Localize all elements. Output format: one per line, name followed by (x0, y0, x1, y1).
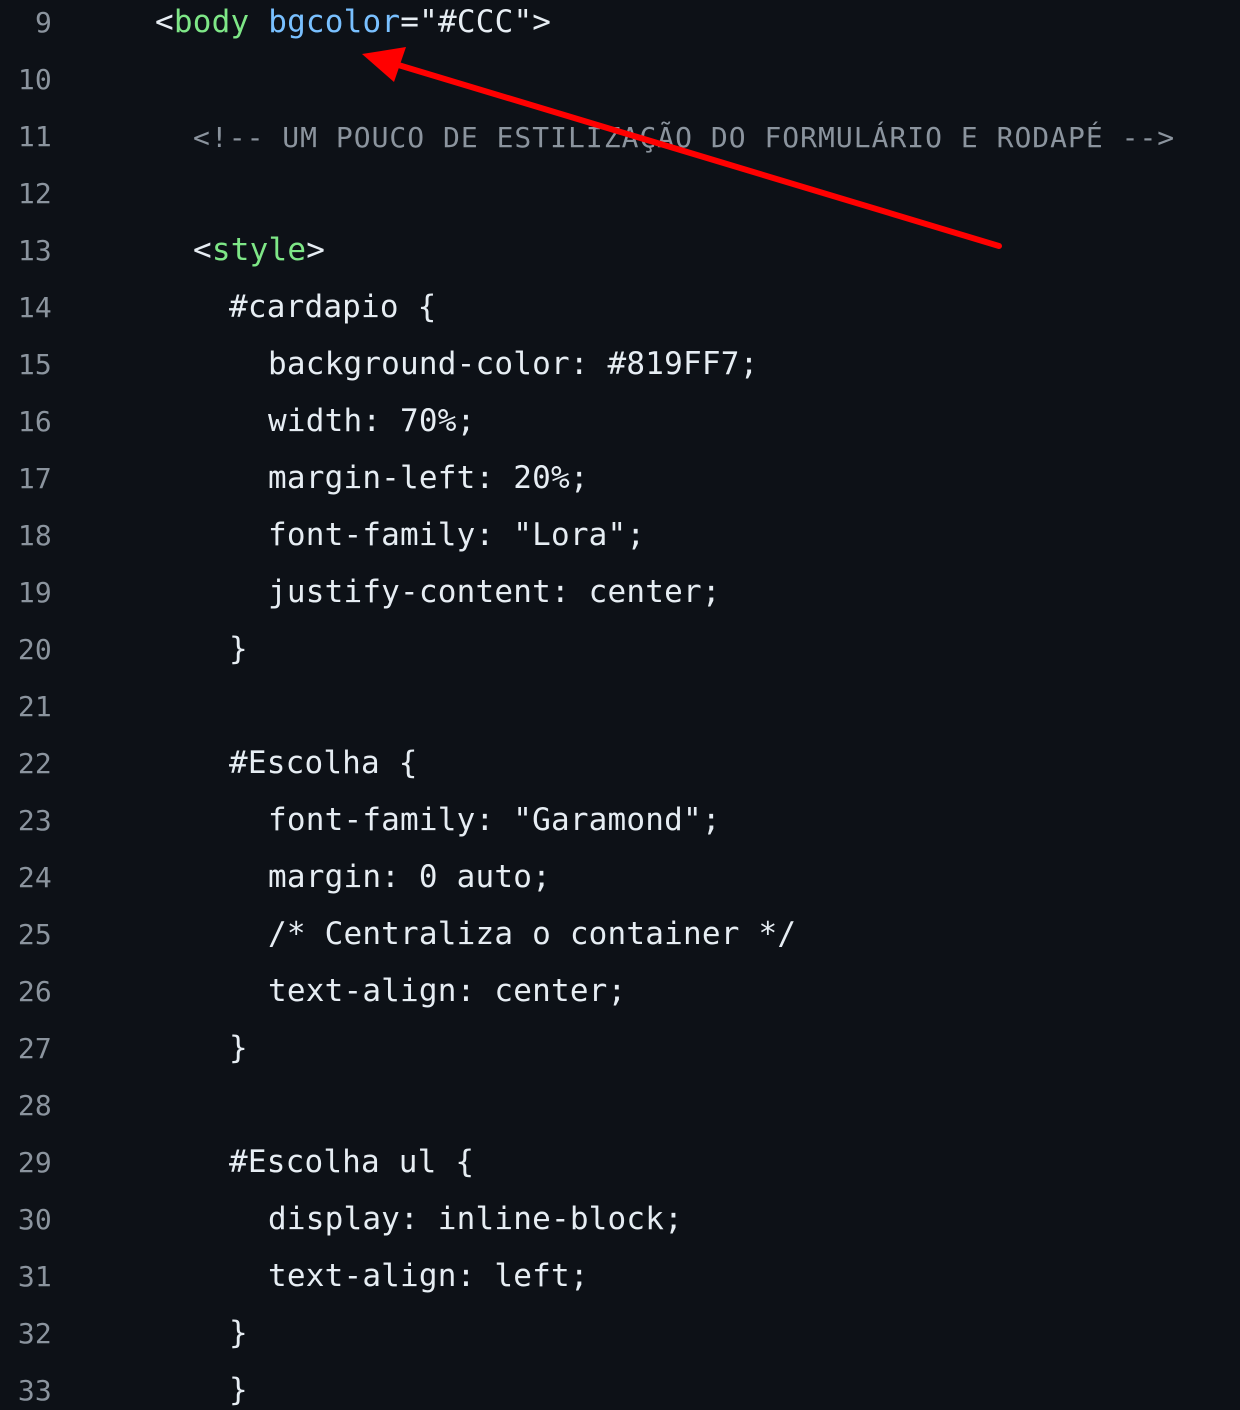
html-tag-style: style (211, 232, 307, 268)
line-number: 16 (17, 405, 52, 438)
line-number: 27 (17, 1032, 52, 1065)
code-line: 19 justify-content: center; (0, 570, 1240, 627)
css-declaration: margin: 0 auto; (268, 859, 551, 895)
line-number: 25 (17, 918, 52, 951)
line-number: 32 (17, 1317, 52, 1350)
code-line: 11 <!-- UM POUCO DE ESTILIZAÇÃO DO FORMU… (0, 114, 1240, 171)
css-selector: #Escolha ul { (229, 1144, 475, 1180)
code-line: 30 display: inline-block; (0, 1197, 1240, 1254)
css-comment: /* Centraliza o container */ (268, 916, 797, 952)
css-selector: #Escolha { (229, 745, 418, 781)
line-number: 18 (17, 519, 52, 552)
line-number: 13 (17, 234, 52, 267)
code-text: <body bgcolor="#CCC"> (155, 4, 551, 40)
code-line: 16 width: 70%; (0, 399, 1240, 456)
code-line: 17 margin-left: 20%; (0, 456, 1240, 513)
tag-bracket: < (193, 232, 212, 268)
line-number: 10 (17, 63, 52, 96)
css-declaration: font-family: "Garamond"; (268, 802, 721, 838)
tag-bracket: > (306, 232, 326, 268)
tag-bracket: < (155, 4, 174, 40)
code-line: 21 (0, 684, 1240, 741)
line-number: 30 (17, 1203, 52, 1236)
code-line: 31 text-align: left; (0, 1254, 1240, 1311)
css-declaration: display: inline-block; (268, 1201, 683, 1237)
code-line: 26 text-align: center; (0, 969, 1240, 1026)
code-line: 14 #cardapio { (0, 285, 1240, 342)
code-line: 25 /* Centraliza o container */ (0, 912, 1240, 969)
css-declaration: width: 70%; (268, 403, 476, 439)
line-number: 20 (17, 633, 52, 666)
css-declaration: text-align: left; (268, 1258, 589, 1294)
code-line: 15 background-color: #819FF7; (0, 342, 1240, 399)
code-text: <style> (193, 232, 325, 268)
code-line: 12 (0, 171, 1240, 228)
css-declaration: background-color: #819FF7; (268, 346, 759, 382)
line-number: 24 (17, 861, 52, 894)
code-line: 33 } (0, 1368, 1240, 1410)
line-number: 29 (17, 1146, 52, 1179)
line-number: 23 (17, 804, 52, 837)
css-declaration: justify-content: center; (268, 574, 721, 610)
code-line: 23 font-family: "Garamond"; (0, 798, 1240, 855)
html-comment: <!-- UM POUCO DE ESTILIZAÇÃO DO FORMULÁR… (193, 121, 1176, 154)
code-line: 9 <body bgcolor="#CCC"> (0, 0, 1240, 57)
attribute-bgcolor: bgcolor (249, 4, 401, 40)
line-number: 26 (17, 975, 52, 1008)
code-editor[interactable]: 9 <body bgcolor="#CCC"> 10 11 <!-- UM PO… (0, 0, 1240, 1410)
code-line: 29 #Escolha ul { (0, 1140, 1240, 1197)
css-declaration: margin-left: 20%; (268, 460, 589, 496)
code-line: 20 } (0, 627, 1240, 684)
attribute-value: ="#CCC"> (400, 4, 552, 40)
line-number: 17 (17, 462, 52, 495)
line-number: 22 (17, 747, 52, 780)
line-number: 11 (17, 120, 52, 153)
closing-brace: } (229, 1315, 248, 1351)
code-line: 18 font-family: "Lora"; (0, 513, 1240, 570)
code-line: 28 (0, 1083, 1240, 1140)
css-declaration: font-family: "Lora"; (268, 517, 646, 553)
line-number: 28 (17, 1089, 52, 1122)
closing-brace: } (229, 1030, 248, 1066)
code-line: 13 <style> (0, 228, 1240, 285)
line-number: 14 (17, 291, 52, 324)
code-line: 32 } (0, 1311, 1240, 1368)
line-number: 33 (17, 1374, 52, 1407)
line-number: 31 (17, 1260, 52, 1293)
html-tag-body: body (173, 4, 250, 40)
css-selector: #cardapio { (229, 289, 437, 325)
closing-brace: } (229, 1372, 248, 1408)
line-number: 12 (17, 177, 52, 210)
code-line: 22 #Escolha { (0, 741, 1240, 798)
line-number: 19 (17, 576, 52, 609)
code-line: 27 } (0, 1026, 1240, 1083)
closing-brace: } (229, 631, 248, 667)
line-number: 15 (17, 348, 52, 381)
code-line: 10 (0, 57, 1240, 114)
line-number: 9 (34, 6, 52, 39)
code-line: 24 margin: 0 auto; (0, 855, 1240, 912)
css-declaration: text-align: center; (268, 973, 627, 1009)
line-number: 21 (17, 690, 52, 723)
